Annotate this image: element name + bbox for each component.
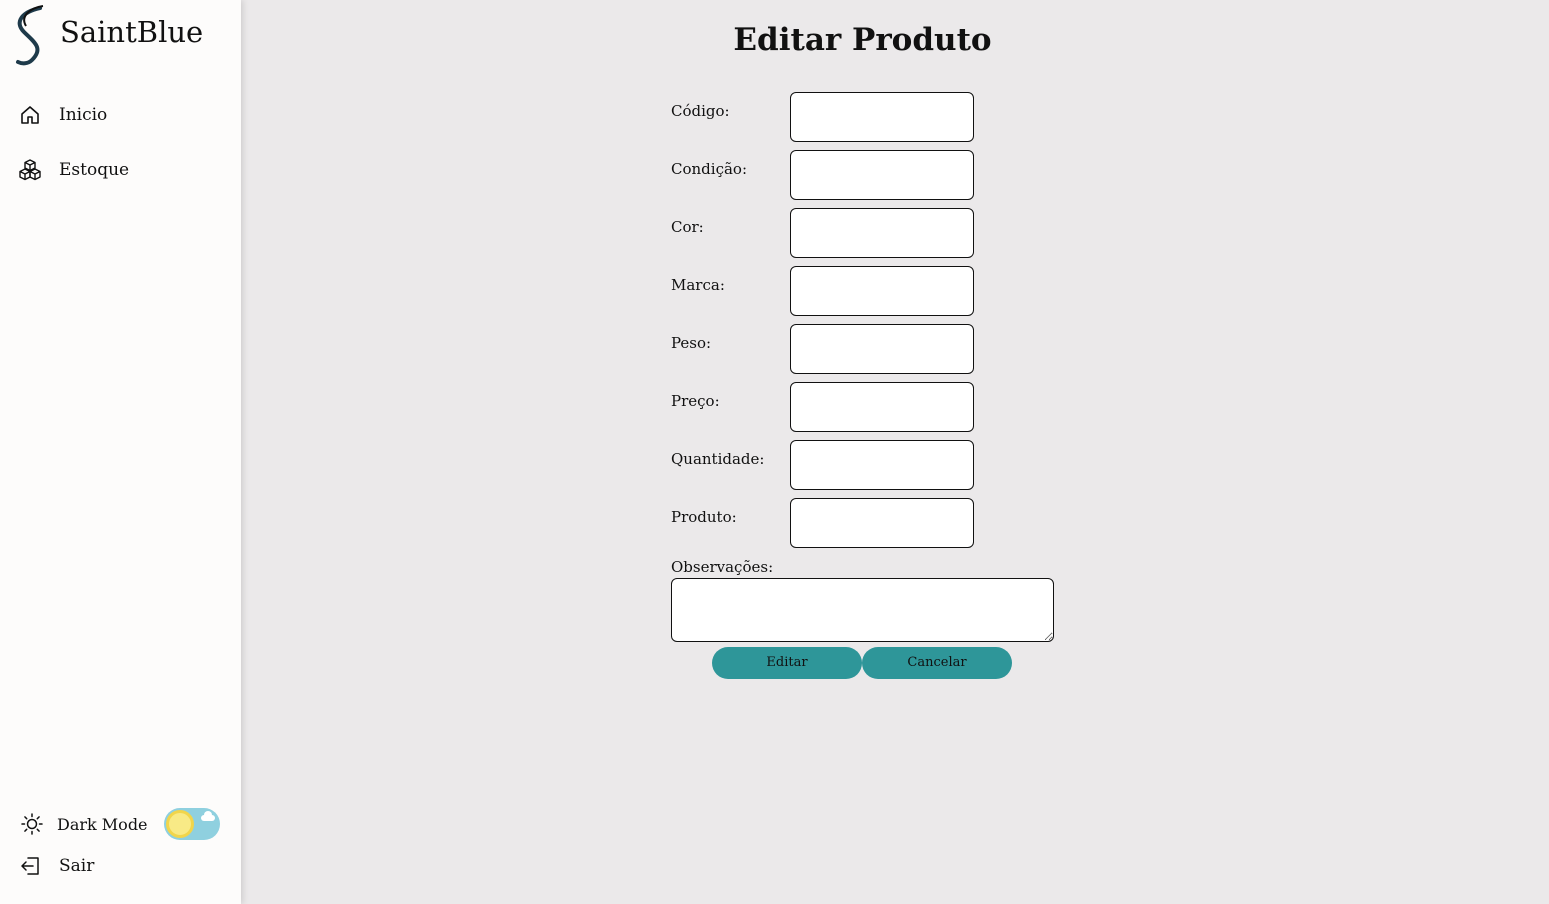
dark-mode-label: Dark Mode <box>57 814 148 834</box>
quantidade-field[interactable] <box>790 440 974 490</box>
sidebar-item-inicio[interactable]: Inicio <box>18 103 107 127</box>
preco-field[interactable] <box>790 382 974 432</box>
sidebar-item-label: Inicio <box>59 105 108 125</box>
sidebar-item-estoque[interactable]: Estoque <box>18 158 129 182</box>
condicao-field[interactable] <box>790 150 974 200</box>
brand-name: SaintBlue <box>60 15 204 49</box>
home-icon <box>21 106 39 124</box>
observacoes-label: Observações: <box>671 558 774 576</box>
dark-mode-toggle[interactable] <box>163 808 220 840</box>
logout-label: Sair <box>59 856 95 876</box>
toggle-sun-knob-icon <box>165 810 194 838</box>
page-title: Editar Produto <box>733 22 992 58</box>
marca-field[interactable] <box>790 266 974 316</box>
dark-mode-row: Dark Mode <box>20 808 220 840</box>
cloud-icon <box>200 811 215 821</box>
field-label: Código: <box>671 102 730 120</box>
produto-field[interactable] <box>790 498 974 548</box>
field-label: Marca: <box>671 276 725 294</box>
cor-field[interactable] <box>790 208 974 258</box>
field-label: Peso: <box>671 334 712 352</box>
logout-icon <box>21 857 39 875</box>
peso-field[interactable] <box>790 324 974 374</box>
boxes-icon <box>19 159 41 181</box>
field-label: Quantidade: <box>671 450 765 468</box>
logo[interactable]: SaintBlue <box>10 4 203 66</box>
field-label: Condição: <box>671 160 747 178</box>
cancelar-button[interactable]: Cancelar <box>862 647 1012 679</box>
editar-button[interactable]: Editar <box>712 647 862 679</box>
sidebar-item-label: Estoque <box>59 160 130 180</box>
field-label: Produto: <box>671 508 737 526</box>
logout-button[interactable]: Sair <box>18 854 94 878</box>
field-label: Cor: <box>671 218 704 236</box>
sun-icon <box>21 813 43 835</box>
observacoes-field[interactable] <box>671 578 1054 642</box>
field-label: Preço: <box>671 392 720 410</box>
sidebar: SaintBlue Inicio Estoque Dark Mode Sair <box>0 0 241 904</box>
codigo-field[interactable] <box>790 92 974 142</box>
saintblue-logo-icon <box>16 5 44 66</box>
